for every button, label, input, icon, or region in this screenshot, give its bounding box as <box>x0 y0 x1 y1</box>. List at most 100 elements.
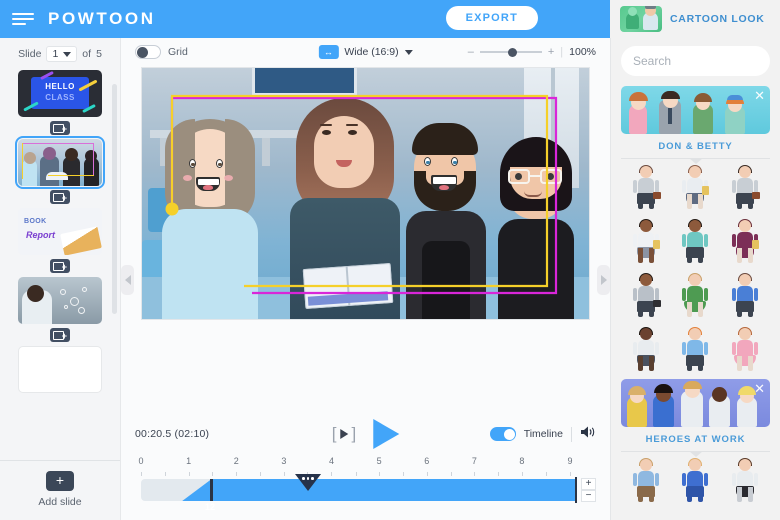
powtoon-editor: POWTOON EXPORT CARTOON LOOK Slide 1 of 5 <box>0 0 780 520</box>
character-cell[interactable] <box>621 215 671 267</box>
aspect-ratio-dropdown[interactable]: ↔ Wide (16:9) <box>318 45 413 59</box>
zoom-slider[interactable] <box>479 47 542 57</box>
playback-controls: [ ] <box>332 419 400 449</box>
list-item: HELLO CLASS <box>0 70 120 139</box>
add-slide-label: Add slide <box>38 496 82 508</box>
slide-number-dropdown[interactable]: 1 <box>46 46 78 62</box>
add-transition-icon[interactable] <box>50 259 70 273</box>
close-icon[interactable]: ✕ <box>754 89 765 102</box>
character-cell[interactable] <box>621 161 671 213</box>
slide-thumbnail-4[interactable] <box>18 277 102 324</box>
play-button[interactable] <box>373 419 400 449</box>
chevron-down-icon <box>404 49 413 55</box>
timeline-track[interactable] <box>141 479 575 501</box>
tick-label: 0 <box>138 456 144 466</box>
slide-thumbnail-2[interactable] <box>15 136 105 189</box>
character-cell[interactable] <box>671 269 721 321</box>
zoom-in-button[interactable]: + <box>548 46 554 58</box>
timeline-label: Timeline <box>523 428 563 440</box>
character-cell[interactable] <box>671 161 721 213</box>
list-item: BOOK Report <box>0 208 120 277</box>
close-icon[interactable]: ✕ <box>754 382 765 395</box>
play-slide-button[interactable]: [ ] <box>332 424 357 444</box>
character-cell[interactable] <box>720 215 770 267</box>
collapse-right-panel-button[interactable] <box>597 265 610 295</box>
divider: | <box>560 46 564 58</box>
export-button[interactable]: EXPORT <box>445 6 538 30</box>
pack-banner-heroes-at-work[interactable]: ✕ <box>621 379 770 427</box>
search-input[interactable] <box>633 54 780 68</box>
resize-horizontal-icon: ↔ <box>318 45 339 59</box>
library-panel: ✕ DON & BETTY <box>610 38 780 520</box>
grid-label: Grid <box>168 46 188 58</box>
divider <box>621 158 770 159</box>
bottom-character-row <box>621 454 770 506</box>
tick-label: 5 <box>376 456 382 466</box>
character-cell[interactable] <box>671 454 721 506</box>
of-word: of <box>82 48 92 60</box>
add-transition-icon[interactable] <box>50 121 70 135</box>
list-item <box>0 346 120 393</box>
character-cell[interactable] <box>671 215 721 267</box>
cartoon-look-thumbnail <box>620 6 662 32</box>
slides-scrollbar[interactable] <box>112 84 117 314</box>
character-cell[interactable] <box>621 323 671 375</box>
timeline-zoom-in-button[interactable]: + <box>581 478 596 490</box>
zoom-control: – + | 100% <box>468 46 596 58</box>
timeline-zoom-controls: + − <box>581 478 596 502</box>
slide-canvas[interactable] <box>142 68 589 319</box>
tick-label: 4 <box>328 456 334 466</box>
cartoon-look-section[interactable]: CARTOON LOOK <box>610 0 780 38</box>
playback-bar: 00:20.5 (02:10) [ ] Timeline <box>121 412 610 456</box>
tick-label: 1 <box>186 456 192 466</box>
add-slide-button[interactable]: + <box>46 471 74 491</box>
character-cell[interactable] <box>671 323 721 375</box>
eye <box>189 159 196 168</box>
character-2[interactable] <box>404 119 488 319</box>
slide-word: Slide <box>18 48 42 60</box>
timeline: 0 1 2 3 4 5 6 7 8 9 + − 12 <box>121 456 610 520</box>
hamburger-icon[interactable] <box>12 11 34 27</box>
timeline-ticks <box>141 472 571 477</box>
pack-title-heroes-at-work: HEROES AT WORK <box>645 434 746 445</box>
character-cell[interactable] <box>720 454 770 506</box>
slides-list[interactable]: HELLO CLASS + + BOOK Report + + <box>0 68 120 460</box>
aspect-ratio-label: Wide (16:9) <box>344 46 399 58</box>
slide-thumbnail-3[interactable]: BOOK Report <box>18 208 102 255</box>
pack-banner-don-and-betty[interactable]: ✕ <box>621 86 770 134</box>
time-display: 00:20.5 (02:10) <box>135 428 210 440</box>
character-cell[interactable] <box>720 269 770 321</box>
add-transition-icon[interactable] <box>50 328 70 342</box>
divider <box>571 426 572 442</box>
grid-toggle[interactable] <box>135 45 161 59</box>
divider <box>621 451 770 452</box>
frame-label: 12 <box>205 502 216 512</box>
collapse-left-panel-button[interactable] <box>121 265 134 295</box>
timeline-toggle[interactable] <box>489 427 516 441</box>
zoom-slider-handle[interactable] <box>507 47 517 57</box>
slide-3-title-line1: BOOK <box>24 218 47 225</box>
character-3[interactable] <box>494 131 578 319</box>
slide-thumbnail-1[interactable]: HELLO CLASS <box>18 70 102 117</box>
add-transition-icon[interactable] <box>50 190 70 204</box>
canvas-toolbar: Grid ↔ Wide (16:9) – + | 100% <box>121 38 610 66</box>
timeline-zoom-out-button[interactable]: − <box>581 490 596 502</box>
search-box[interactable] <box>621 46 780 76</box>
character-grid <box>621 161 770 375</box>
character-cell[interactable] <box>720 323 770 375</box>
bracket-right: ] <box>351 424 358 443</box>
slide-thumbnail-5[interactable] <box>18 346 102 393</box>
chevron-left-icon <box>124 275 131 285</box>
zoom-out-button[interactable]: – <box>468 46 474 58</box>
plus-icon: + <box>55 472 65 488</box>
speaker-icon[interactable] <box>580 425 596 444</box>
character-cell[interactable] <box>621 269 671 321</box>
editor-body: Slide 1 of 5 HELLO CLASS + + BOOK Report… <box>0 38 780 520</box>
slide-selector: Slide 1 of 5 <box>0 38 120 68</box>
photo-person <box>290 98 400 319</box>
character-cell[interactable] <box>720 161 770 213</box>
slide-total: 5 <box>96 48 102 60</box>
character-1[interactable] <box>162 119 258 319</box>
list-item <box>0 136 120 208</box>
character-cell[interactable] <box>621 454 671 506</box>
